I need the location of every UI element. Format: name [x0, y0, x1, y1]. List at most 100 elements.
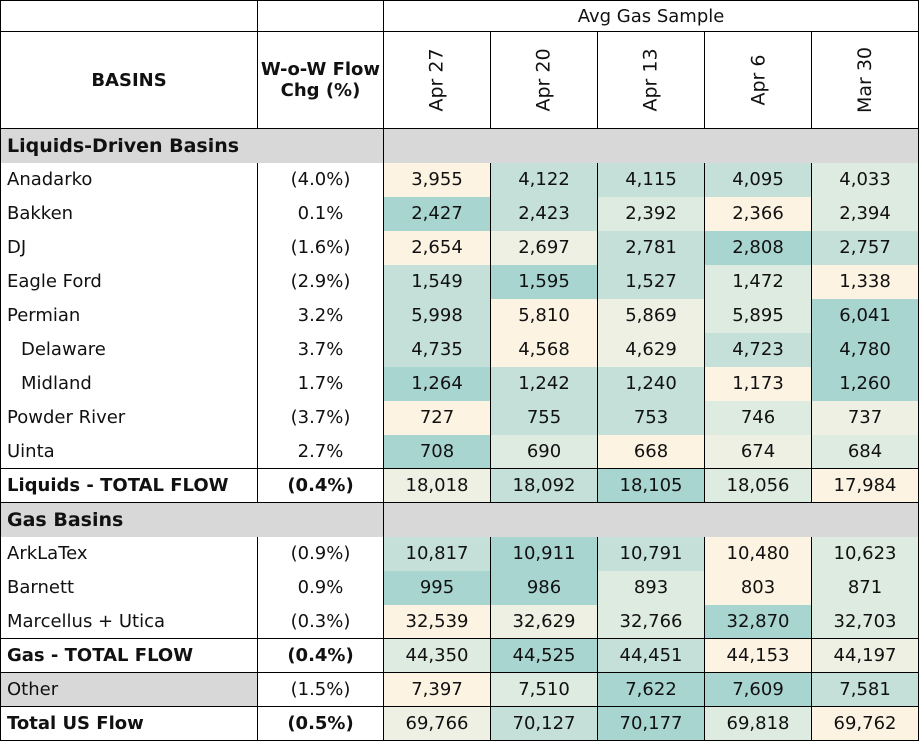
- other-row: Other (1.5%) 7,397 7,510 7,622 7,609 7,581: [0, 672, 920, 707]
- table-row: Bakken 0.1% 2,427 2,423 2,392 2,366 2,394: [0, 196, 920, 231]
- wow-change: (4.0%): [257, 162, 384, 197]
- total-us-row: Total US Flow (0.5%) 69,766 70,127 70,177 69,…: [0, 706, 920, 741]
- wow-change: (0.9%): [257, 536, 384, 571]
- flow-value: 1,472: [704, 264, 812, 299]
- wow-change: (1.6%): [257, 230, 384, 265]
- table-row: Marcellus + Utica (0.3%) 32,539 32,629 32,76…: [0, 604, 920, 639]
- flow-value: 2,808: [704, 230, 812, 265]
- flow-value: 7,581: [810, 672, 920, 707]
- flow-value: 4,033: [810, 162, 920, 197]
- basin-name: Bakken: [0, 196, 258, 231]
- flow-value: 1,260: [810, 366, 920, 401]
- basin-name: Uinta: [0, 434, 258, 469]
- basin-name: DJ: [0, 230, 258, 265]
- week-header: Apr 13: [597, 31, 705, 129]
- flow-value: 1,242: [490, 366, 598, 401]
- flow-value: 70,127: [490, 706, 598, 741]
- flow-value: 32,703: [810, 604, 920, 639]
- table-row: Powder River (3.7%) 727 755 753 746 737: [0, 400, 920, 435]
- flow-value: 18,105: [597, 468, 705, 503]
- flow-value: 1,527: [597, 264, 705, 299]
- flow-value: 5,869: [597, 298, 705, 333]
- flow-value: 32,870: [704, 604, 812, 639]
- basin-name: Eagle Ford: [0, 264, 258, 299]
- flow-value: 18,092: [490, 468, 598, 503]
- flow-value: 32,766: [597, 604, 705, 639]
- gas-flow-table: Avg Gas Sample BASINS W-o-W Flow Chg (%)…: [0, 0, 920, 741]
- flow-value: 2,366: [704, 196, 812, 231]
- flow-value: 6,041: [810, 298, 920, 333]
- basin-name: Delaware: [0, 332, 258, 367]
- flow-value: 4,723: [704, 332, 812, 367]
- flow-value: 2,654: [383, 230, 491, 265]
- flow-value: 7,622: [597, 672, 705, 707]
- flow-value: 1,549: [383, 264, 491, 299]
- flow-value: 4,780: [810, 332, 920, 367]
- flow-value: 17,984: [810, 468, 920, 503]
- basin-name: Anadarko: [0, 162, 258, 197]
- week-label: Apr 6: [747, 54, 769, 106]
- flow-value: 18,056: [704, 468, 812, 503]
- table-row: Delaware 3.7% 4,735 4,568 4,629 4,723 4,780: [0, 332, 920, 367]
- flow-value: 1,338: [810, 264, 920, 299]
- flow-value: 893: [597, 570, 705, 605]
- section-title: Liquids-Driven Basins: [0, 128, 384, 163]
- basin-name: Barnett: [0, 570, 258, 605]
- wow-change: (3.7%): [257, 400, 384, 435]
- flow-value: 4,629: [597, 332, 705, 367]
- wow-change: 1.7%: [257, 366, 384, 401]
- week-header: Apr 27: [383, 31, 491, 129]
- basins-header: BASINS: [0, 31, 258, 129]
- flow-value: 7,609: [704, 672, 812, 707]
- wow-change: 3.2%: [257, 298, 384, 333]
- basin-name: Powder River: [0, 400, 258, 435]
- flow-value: 1,240: [597, 366, 705, 401]
- flow-value: 746: [704, 400, 812, 435]
- flow-value: 4,568: [490, 332, 598, 367]
- flow-value: 1,173: [704, 366, 812, 401]
- total-row: Gas - TOTAL FLOW (0.4%) 44,350 44,525 44,451…: [0, 638, 920, 673]
- basin-name: Midland: [0, 366, 258, 401]
- wow-change: (2.9%): [257, 264, 384, 299]
- flow-value: 4,115: [597, 162, 705, 197]
- wow-change: (1.5%): [257, 672, 384, 707]
- section-header-row: Liquids-Driven Basins: [0, 128, 920, 163]
- week-header: Mar 30: [810, 31, 920, 129]
- flow-value: 44,350: [383, 638, 491, 673]
- flow-value: 10,817: [383, 536, 491, 571]
- basin-name: Liquids - TOTAL FLOW: [0, 468, 258, 503]
- table-row: Eagle Ford (2.9%) 1,549 1,595 1,527 1,472 1,33…: [0, 264, 920, 299]
- flow-value: 727: [383, 400, 491, 435]
- group-header-label: Avg Gas Sample: [382, 0, 920, 32]
- wow-change: (0.4%): [257, 468, 384, 503]
- chg-header-line2: Chg (%): [280, 80, 361, 101]
- flow-value: 2,757: [810, 230, 920, 265]
- flow-value: 737: [810, 400, 920, 435]
- blank-cell: [0, 0, 258, 32]
- week-label: Mar 30: [854, 46, 877, 114]
- flow-value: 708: [383, 434, 491, 469]
- flow-value: 2,394: [810, 196, 920, 231]
- basin-name: Permian: [0, 298, 258, 333]
- wow-change: (0.5%): [257, 706, 384, 741]
- flow-value: 7,397: [383, 672, 491, 707]
- wow-change: (0.3%): [257, 604, 384, 639]
- flow-value: 44,525: [490, 638, 598, 673]
- flow-value: 684: [810, 434, 920, 469]
- flow-value: 753: [597, 400, 705, 435]
- basin-name: Gas - TOTAL FLOW: [0, 638, 258, 673]
- flow-value: 690: [490, 434, 598, 469]
- flow-value: 18,018: [383, 468, 491, 503]
- flow-value: 2,392: [597, 196, 705, 231]
- table-row: Permian 3.2% 5,998 5,810 5,869 5,895 6,041: [0, 298, 920, 333]
- section-header-row: Gas Basins: [0, 502, 920, 537]
- flow-value: 674: [704, 434, 812, 469]
- basin-name: ArkLaTex: [0, 536, 258, 571]
- flow-value: 44,197: [810, 638, 920, 673]
- week-header: Apr 6: [704, 31, 812, 129]
- wow-change: 0.1%: [257, 196, 384, 231]
- flow-value: 4,095: [704, 162, 812, 197]
- chg-header-line1: W-o-W Flow: [260, 59, 381, 80]
- week-header: Apr 20: [490, 31, 598, 129]
- flow-value: 755: [490, 400, 598, 435]
